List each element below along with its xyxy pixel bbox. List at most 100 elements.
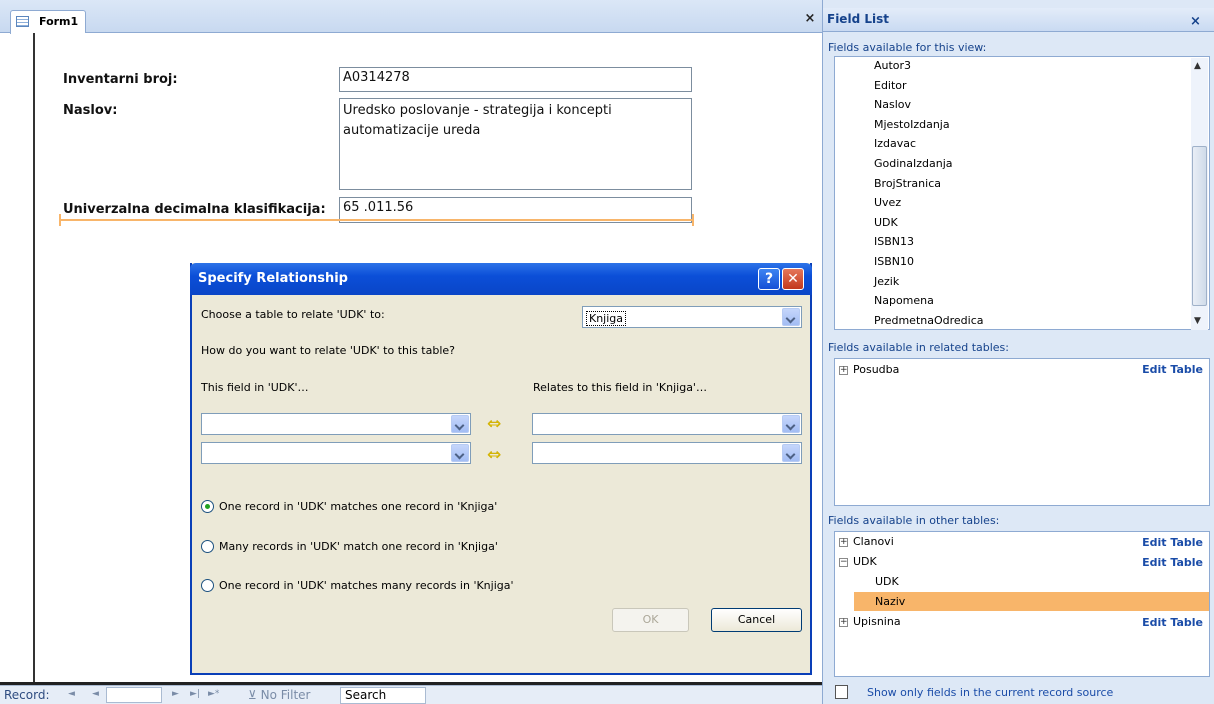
right-field-header: Relates to this field in 'Knjiga'… — [533, 381, 707, 394]
view-field-item[interactable]: GodinaIzdanja — [874, 157, 953, 170]
radio-one-to-many[interactable] — [201, 579, 214, 592]
record-navigation-bar: Record: ◄ ◄ ► ►| ►* ⊻ No Filter Search — [0, 685, 822, 704]
form-icon — [16, 16, 29, 27]
tab-form1-label: Form1 — [39, 15, 79, 28]
table-name[interactable]: Upisnina — [853, 615, 901, 628]
view-field-item[interactable]: ISBN10 — [874, 255, 914, 268]
dialog-title: Specify Relationship — [198, 271, 348, 286]
cancel-button[interactable]: Cancel — [711, 608, 802, 632]
radio-many-to-one[interactable] — [201, 540, 214, 553]
view-field-item[interactable]: Editor — [874, 79, 907, 92]
inventarni-broj-label: Inventarni broj: — [63, 72, 178, 87]
chevron-down-icon[interactable] — [451, 415, 469, 433]
chevron-down-icon[interactable] — [782, 415, 800, 433]
form-tab-bar — [0, 0, 822, 33]
other-section-title: Fields available in other tables: — [828, 514, 1000, 527]
selection-indicator — [59, 219, 694, 221]
naziv-field-item[interactable]: Naziv — [875, 595, 905, 608]
table-select[interactable]: Knjiga — [582, 306, 802, 328]
right-field-select-2[interactable] — [532, 442, 802, 464]
table-name[interactable]: Clanovi — [853, 535, 894, 548]
help-button[interactable]: ? — [758, 268, 780, 290]
edit-table-link[interactable]: Edit Table — [1142, 536, 1203, 549]
no-filter-label: No Filter — [260, 688, 311, 702]
view-field-item[interactable]: Autor3 — [874, 59, 911, 72]
new-record-icon[interactable]: ►* — [208, 689, 219, 699]
close-field-list-icon[interactable]: × — [1190, 14, 1201, 29]
related-table-row-posudba[interactable]: + Posudba Edit Table — [839, 363, 1207, 376]
radio-one-to-many-label[interactable]: One record in 'UDK' matches many records… — [219, 579, 514, 592]
edit-table-link[interactable]: Edit Table — [1142, 363, 1203, 376]
view-field-item[interactable]: UDK — [874, 216, 898, 229]
view-field-item[interactable]: Naslov — [874, 98, 911, 111]
radio-many-to-one-label[interactable]: Many records in 'UDK' match one record i… — [219, 540, 498, 553]
naslov-field[interactable]: Uredsko poslovanje - strategija i koncep… — [339, 98, 692, 190]
collapse-icon[interactable]: − — [839, 557, 848, 567]
field-list-footer: Show only fields in the current record s… — [823, 682, 1214, 704]
other-table-row-udk[interactable]: − UDK Edit Table — [839, 555, 1207, 569]
left-field-select-1[interactable] — [201, 413, 471, 435]
udk-field-item[interactable]: UDK — [875, 575, 899, 588]
view-field-item[interactable]: Napomena — [874, 294, 934, 307]
related-tables-list: + Posudba Edit Table — [834, 358, 1210, 506]
current-record-input[interactable] — [106, 687, 162, 703]
close-form-icon[interactable]: × — [803, 12, 817, 26]
selection-indicator-left — [59, 214, 61, 226]
udk-label: Univerzalna decimalna klasifikacija: — [63, 202, 326, 217]
next-record-icon[interactable]: ► — [172, 689, 179, 699]
relate-prompt: How do you want to relate 'UDK' to this … — [201, 344, 455, 357]
relate-arrow-icon: ⇔ — [487, 414, 502, 434]
expand-icon[interactable]: + — [839, 617, 848, 627]
tab-form1[interactable]: Form1 — [10, 10, 86, 34]
edit-table-link[interactable]: Edit Table — [1142, 616, 1203, 629]
chevron-down-icon[interactable] — [782, 444, 800, 462]
show-current-fields-link[interactable]: Show only fields in the current record s… — [867, 686, 1113, 699]
table-name[interactable]: UDK — [853, 555, 877, 568]
related-section-title: Fields available in related tables: — [828, 341, 1009, 354]
relate-arrow-icon: ⇔ — [487, 445, 502, 465]
view-field-item[interactable]: PredmetnaOdredica — [874, 314, 984, 327]
view-field-item[interactable]: MjestoIzdanja — [874, 118, 950, 131]
scroll-down-icon[interactable]: ▼ — [1194, 316, 1201, 326]
last-record-icon[interactable]: ►| — [190, 689, 200, 699]
expand-icon[interactable]: + — [839, 365, 848, 375]
table-name[interactable]: Posudba — [853, 363, 899, 376]
chevron-down-icon[interactable] — [451, 444, 469, 462]
radio-one-to-one-label[interactable]: One record in 'UDK' matches one record i… — [219, 500, 497, 513]
other-tables-list: + Clanovi Edit Table − UDK Edit Table UDK … — [834, 531, 1210, 677]
previous-record-icon[interactable]: ◄ — [92, 689, 99, 699]
view-fields-list: ▲ ▼ — [834, 56, 1210, 330]
radio-one-to-one[interactable] — [201, 500, 214, 513]
right-field-select-1[interactable] — [532, 413, 802, 435]
no-filter-button[interactable]: ⊻ No Filter — [248, 688, 310, 702]
choose-table-prompt: Choose a table to relate 'UDK' to: — [201, 308, 385, 321]
first-record-icon[interactable]: ◄ — [68, 689, 75, 699]
view-field-item[interactable]: Uvez — [874, 196, 901, 209]
selected-field-highlight — [854, 592, 1209, 611]
edit-table-link[interactable]: Edit Table — [1142, 556, 1203, 569]
search-input[interactable]: Search — [340, 687, 426, 704]
field-list-title: Field List — [827, 12, 889, 26]
left-field-select-2[interactable] — [201, 442, 471, 464]
view-fields-scrollbar[interactable]: ▲ ▼ — [1191, 58, 1208, 330]
ok-button[interactable]: OK — [612, 608, 689, 632]
view-fields-section-title: Fields available for this view: — [828, 41, 987, 54]
chevron-down-icon[interactable] — [782, 308, 800, 326]
close-dialog-button[interactable]: ✕ — [782, 268, 804, 290]
table-select-value: Knjiga — [586, 311, 627, 326]
other-table-row-upisnina[interactable]: + Upisnina Edit Table — [839, 615, 1207, 629]
view-field-item[interactable]: ISBN13 — [874, 235, 914, 248]
view-field-item[interactable]: Izdavac — [874, 137, 916, 150]
inventarni-broj-field[interactable]: A0314278 — [339, 67, 692, 92]
left-field-header: This field in 'UDK'… — [201, 381, 309, 394]
filter-fields-icon[interactable] — [835, 685, 848, 699]
other-table-row-clanovi[interactable]: + Clanovi Edit Table — [839, 535, 1207, 549]
view-field-item[interactable]: BrojStranica — [874, 177, 941, 190]
scroll-thumb[interactable] — [1192, 146, 1207, 306]
selection-indicator-right — [692, 214, 694, 226]
view-field-item[interactable]: Jezik — [874, 275, 899, 288]
naslov-label: Naslov: — [63, 103, 118, 118]
filter-icon: ⊻ — [248, 688, 261, 702]
expand-icon[interactable]: + — [839, 537, 848, 547]
scroll-up-icon[interactable]: ▲ — [1194, 61, 1201, 71]
